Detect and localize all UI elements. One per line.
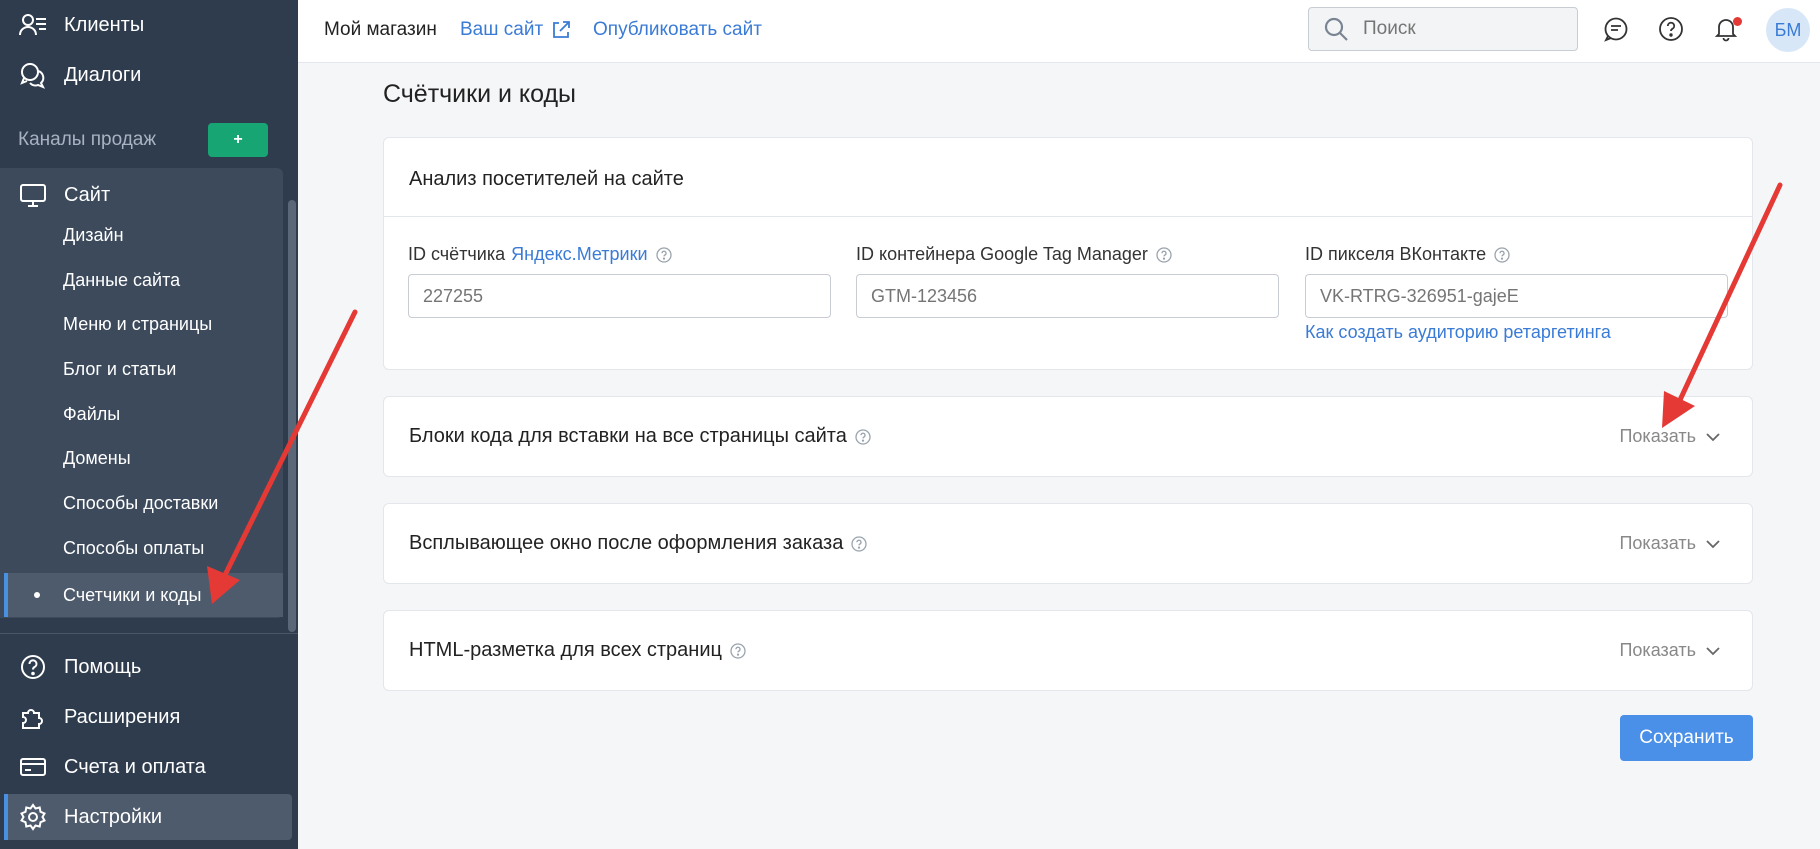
external-link-icon: [553, 21, 571, 38]
publish-site-link[interactable]: Опубликовать сайт: [593, 19, 762, 41]
yandex-label-text: ID счётчика: [408, 244, 506, 264]
store-name[interactable]: Мой магазин: [324, 19, 437, 41]
show-label: Показать: [1619, 533, 1696, 553]
sidebar-item-label: Клиенты: [64, 13, 145, 36]
avatar[interactable]: БМ: [1766, 8, 1810, 52]
yandex-metrika-link[interactable]: Яндекс.Метрики: [511, 244, 647, 265]
chevron-down-icon: [1706, 539, 1720, 548]
yandex-field-label: ID счётчика Яндекс.Метрики: [408, 244, 672, 265]
dialogs-icon: [18, 60, 48, 90]
sidebar-item-settings[interactable]: Настройки: [0, 792, 298, 842]
sidebar-item-dialogs[interactable]: Диалоги: [0, 50, 298, 100]
question-icon[interactable]: [730, 642, 746, 659]
chevron-down-icon: [1706, 646, 1720, 655]
sidebar-item-site-data[interactable]: Данные сайта: [0, 258, 283, 302]
section-title: Всплывающее окно после оформления заказа: [409, 532, 867, 555]
code-blocks-card[interactable]: Блоки кода для вставки на все страницы с…: [383, 396, 1753, 477]
topbar: Мой магазин Ваш сайт Опубликовать сайт Б…: [298, 0, 1820, 63]
sidebar-item-clients[interactable]: Клиенты: [0, 0, 298, 50]
gtm-field-label: ID контейнера Google Tag Manager: [856, 244, 1172, 265]
popup-card[interactable]: Всплывающее окно после оформления заказа…: [383, 503, 1753, 584]
sidebar-scrollbar[interactable]: [288, 200, 296, 632]
search-input[interactable]: [1363, 18, 1563, 40]
yandex-id-input[interactable]: [408, 274, 831, 318]
notification-badge: [1733, 17, 1742, 26]
section-title: HTML-разметка для всех страниц: [409, 639, 746, 662]
sidebar-item-files[interactable]: Файлы: [0, 392, 283, 436]
page-title: Счётчики и коды: [383, 80, 577, 108]
sidebar-item-delivery[interactable]: Способы доставки: [0, 481, 283, 525]
help-circle-icon[interactable]: [1656, 14, 1686, 44]
sidebar-item-label: Помощь: [64, 655, 142, 678]
sidebar-item-label: Расширения: [64, 705, 181, 728]
sidebar-item-domains[interactable]: Домены: [0, 436, 283, 480]
section-title-text: HTML-разметка для всех страниц: [409, 639, 722, 661]
question-icon[interactable]: [1156, 246, 1172, 263]
your-site-label: Ваш сайт: [460, 19, 544, 40]
search-icon: [1324, 17, 1348, 41]
show-label: Показать: [1619, 426, 1696, 446]
sidebar-item-billing[interactable]: Счета и оплата: [0, 742, 298, 792]
gtm-id-input[interactable]: [856, 274, 1279, 318]
vk-field-label: ID пикселя ВКонтакте: [1305, 244, 1510, 265]
sidebar-item-label: Диалоги: [64, 63, 142, 86]
show-label: Показать: [1619, 640, 1696, 660]
retargeting-link[interactable]: Как создать аудиторию ретаргетинга: [1305, 322, 1611, 343]
sidebar-item-label: Счета и оплата: [64, 755, 206, 778]
chat-icon[interactable]: [1601, 14, 1631, 44]
sidebar-item-payment[interactable]: Способы оплаты: [0, 526, 283, 570]
sales-channels-label: Каналы продаж: [18, 129, 157, 150]
puzzle-icon: [18, 702, 48, 732]
card-divider: [384, 216, 1752, 217]
show-toggle[interactable]: Показать: [1619, 640, 1720, 661]
question-icon[interactable]: [851, 535, 867, 552]
card-icon: [18, 752, 48, 782]
sidebar: Клиенты Диалоги Каналы продаж + Сайт Диз…: [0, 0, 298, 849]
sidebar-item-help[interactable]: Помощь: [0, 642, 298, 692]
your-site-link[interactable]: Ваш сайт: [460, 19, 571, 41]
site-submenu: Сайт Дизайн Данные сайта Меню и страницы…: [0, 168, 283, 618]
add-channel-button[interactable]: +: [208, 123, 268, 157]
question-icon[interactable]: [655, 246, 672, 263]
vk-label-text: ID пикселя ВКонтакте: [1305, 244, 1487, 264]
save-button[interactable]: Сохранить: [1620, 715, 1753, 761]
sidebar-item-design[interactable]: Дизайн: [0, 213, 283, 257]
question-icon[interactable]: [1494, 246, 1510, 263]
sidebar-item-label: Настройки: [64, 805, 163, 828]
show-toggle[interactable]: Показать: [1619, 426, 1720, 447]
sidebar-item-counters[interactable]: Счетчики и коды: [4, 573, 283, 617]
sidebar-item-label: Счетчики и коды: [63, 584, 202, 605]
vk-pixel-input[interactable]: [1305, 274, 1728, 318]
sidebar-item-extensions[interactable]: Расширения: [0, 692, 298, 742]
search-box[interactable]: [1308, 7, 1578, 51]
section-title-text: Всплывающее окно после оформления заказа: [409, 532, 844, 554]
active-dot: [34, 592, 40, 598]
section-title: Блоки кода для вставки на все страницы с…: [409, 425, 871, 448]
show-toggle[interactable]: Показать: [1619, 533, 1720, 554]
sidebar-item-blog[interactable]: Блог и статьи: [0, 347, 283, 391]
question-icon[interactable]: [855, 428, 871, 445]
clients-icon: [18, 10, 48, 40]
sidebar-item-menu-pages[interactable]: Меню и страницы: [0, 302, 283, 346]
html-markup-card[interactable]: HTML-разметка для всех страниц Показать: [383, 610, 1753, 691]
chevron-down-icon: [1706, 432, 1720, 441]
sidebar-item-label: Сайт: [64, 183, 111, 206]
analytics-card-title: Анализ посетителей на сайте: [409, 168, 684, 190]
gtm-label-text: ID контейнера Google Tag Manager: [856, 244, 1148, 264]
section-title-text: Блоки кода для вставки на все страницы с…: [409, 425, 847, 447]
gear-icon: [18, 802, 48, 832]
sidebar-divider: [0, 633, 298, 634]
help-icon: [18, 652, 48, 682]
monitor-icon: [18, 180, 48, 210]
